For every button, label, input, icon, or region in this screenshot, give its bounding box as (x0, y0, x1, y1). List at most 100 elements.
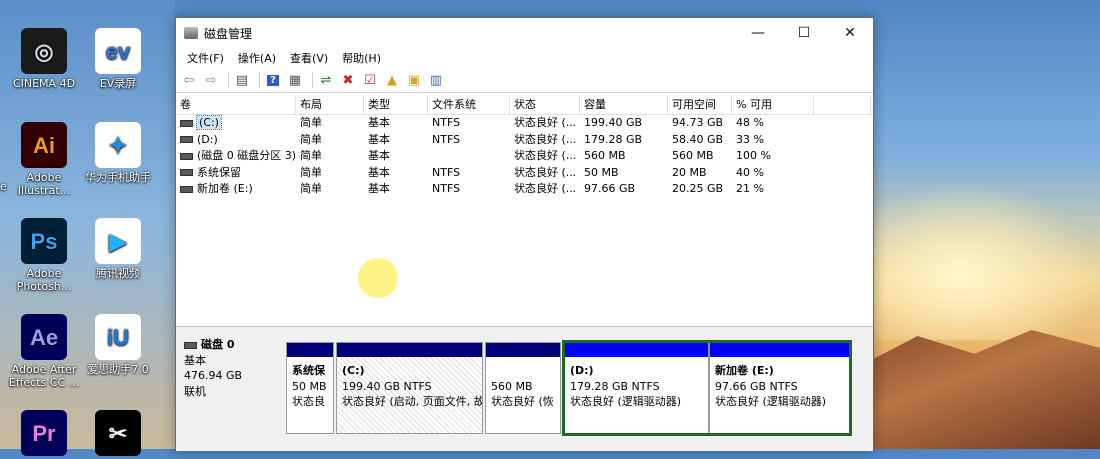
volume-cell-free: 58.40 GB (672, 132, 724, 146)
desktop-icon-label: 腾讯视频 (96, 267, 140, 280)
desktop-icon[interactable]: Pr (8, 410, 80, 459)
column-header-extra[interactable] (814, 96, 871, 114)
app-icon: ◎ (21, 28, 67, 74)
partition-title (491, 363, 555, 379)
menu-action[interactable]: 操作(A) (231, 50, 283, 66)
menu-help[interactable]: 帮助(H) (335, 50, 388, 66)
volume-list: 卷 布局 类型 文件系统 状态 容量 可用空间 % 可用 (C:) 简单 基本 NTF… (176, 96, 873, 326)
wallpaper-sun-glow (870, 180, 1100, 340)
volume-cell-pct: 40 % (736, 165, 764, 179)
disk-info[interactable]: 磁盘 0 基本 476.94 GB 联机 (176, 327, 284, 435)
desktop-icon[interactable]: ev EV录屏 (82, 28, 154, 90)
desktop-icon[interactable]: iU 爱思助手7.0 (82, 314, 154, 376)
column-header-volume[interactable]: 卷 (176, 96, 296, 114)
delete-icon[interactable]: ✖ (339, 71, 357, 89)
desktop-icon-label: Adobe After Effects CC ... (8, 363, 80, 389)
desktop-icon-label: CINEMA 4D (12, 77, 76, 90)
folder-search-icon[interactable]: ▣ (405, 71, 423, 89)
desktop-icon[interactable]: Ai Adobe Illustrat... (8, 122, 80, 197)
folder-up-icon[interactable]: ▲ (383, 71, 401, 89)
desktop-icon-label: 爱思助手7.0 (87, 363, 149, 376)
app-icon: Pr (21, 410, 67, 456)
volume-cell-free: 20 MB (672, 165, 707, 179)
app-icon: ▶ (95, 218, 141, 264)
back-arrow-icon[interactable]: ⇦ (180, 71, 198, 89)
properties-icon[interactable]: ▦ (286, 71, 304, 89)
forward-arrow-icon[interactable]: ⇨ (202, 71, 220, 89)
volume-cell-name: (C:) (176, 115, 296, 132)
partition-block[interactable]: 系统保 50 MB 状态良 (286, 342, 334, 434)
volume-cell-free: 560 MB (672, 149, 714, 162)
partition-size: 50 MB (292, 379, 327, 393)
volume-name: (磁盘 0 磁盘分区 3) (197, 149, 296, 162)
desktop-icon[interactable]: Ps Adobe Photosh... (8, 218, 80, 293)
app-icon: iU (95, 314, 141, 360)
volume-icon (180, 119, 193, 127)
volume-cell-layout: 简单 (300, 182, 322, 195)
title-bar[interactable]: 磁盘管理 — ☐ ✕ (176, 18, 873, 48)
app-icon: Ai (21, 122, 67, 168)
volume-row[interactable]: (D:) 简单 基本 NTFS 状态良好 (... 179.28 GB 58.40 GB 33… (176, 132, 873, 149)
column-header-capacity[interactable]: 容量 (580, 96, 668, 114)
volume-row[interactable]: (C:) 简单 基本 NTFS 状态良好 (... 199.40 GB 94.73 GB 48… (176, 115, 873, 132)
volume-cell-pct: 100 % (736, 149, 771, 162)
volume-cell-pct: 48 % (736, 116, 764, 129)
volume-cell-name: 新加卷 (E:) (176, 181, 296, 198)
volume-row[interactable]: 新加卷 (E:) 简单 基本 NTFS 状态良好 (... 97.66 GB 20.25 G… (176, 181, 873, 198)
volume-row[interactable]: 系统保留 简单 基本 NTFS 状态良好 (... 50 MB 20 MB 40 % (176, 165, 873, 182)
graphical-disk-pane: 磁盘 0 基本 476.94 GB 联机 系统保 50 MB 状态良 (C:) 199.… (176, 326, 873, 451)
volume-cell-name: (磁盘 0 磁盘分区 3) (176, 148, 296, 165)
volume-cell-pct: 33 % (736, 132, 764, 146)
volume-icon (180, 152, 193, 160)
volume-cell-type: 基本 (368, 116, 390, 129)
disk-management-app-icon (184, 27, 198, 39)
volume-cell-free: 94.73 GB (672, 116, 724, 129)
menu-bar: 文件(F) 操作(A) 查看(V) 帮助(H) (176, 48, 873, 68)
column-header-filesystem[interactable]: 文件系统 (428, 96, 510, 114)
volume-name: (D:) (197, 132, 218, 146)
partition-bar (287, 343, 333, 357)
connect-icon[interactable]: ⇌ (317, 71, 335, 89)
volume-row[interactable]: (磁盘 0 磁盘分区 3) 简单 基本 状态良好 (... 560 MB 560 MB 10… (176, 148, 873, 165)
partition-bar (486, 343, 560, 357)
list-view-icon[interactable]: ▤ (233, 71, 251, 89)
desktop-icon[interactable]: ◎ CINEMA 4D (8, 28, 80, 90)
minimize-button[interactable]: — (735, 18, 781, 48)
volume-cell-status: 状态良好 (... (514, 149, 577, 162)
desktop-icon[interactable]: Ae Adobe After Effects CC ... (8, 314, 80, 389)
column-header-layout[interactable]: 布局 (296, 96, 364, 114)
column-header-type[interactable]: 类型 (364, 96, 428, 114)
column-header-free-space[interactable]: 可用空间 (668, 96, 732, 114)
volume-cell-fs: NTFS (432, 165, 461, 179)
volume-cell-status: 状态良好 (... (514, 116, 577, 129)
volume-cell-capacity: 199.40 GB (584, 116, 643, 129)
window-title: 磁盘管理 (204, 26, 253, 41)
volume-cell-pct: 21 % (736, 182, 764, 195)
app-icon: Ae (21, 314, 67, 360)
app-icon: ✂ (95, 410, 141, 456)
volume-cell-capacity: 179.28 GB (584, 132, 643, 146)
menu-view[interactable]: 查看(V) (283, 50, 335, 66)
maximize-button[interactable]: ☐ (781, 18, 827, 48)
desktop-icon[interactable]: ✦ 华为手机助手 (82, 122, 154, 184)
partition-title: (C:) (342, 364, 365, 377)
menu-file[interactable]: 文件(F) (180, 50, 231, 66)
settings-list-icon[interactable]: ▥ (427, 71, 445, 89)
column-header-percent-free[interactable]: % 可用 (732, 96, 814, 114)
partition-status: 状态良 (292, 395, 325, 408)
close-button[interactable]: ✕ (827, 18, 873, 48)
volume-cell-type: 基本 (368, 165, 390, 179)
partition-block[interactable]: 560 MB 状态良好 (恢 (485, 342, 561, 434)
desktop-icon[interactable]: ▶ 腾讯视频 (82, 218, 154, 280)
desktop-icon[interactable]: ✂ (82, 410, 154, 459)
volume-name: 新加卷 (E:) (197, 182, 253, 195)
volume-name: (C:) (196, 115, 222, 130)
partition-title: 系统保 (292, 364, 325, 377)
volume-cell-fs: NTFS (432, 132, 461, 146)
volume-cell-status: 状态良好 (... (514, 182, 577, 195)
column-header-status[interactable]: 状态 (510, 96, 580, 114)
partition-size: 560 MB (491, 379, 533, 393)
partition-block[interactable]: (C:) 199.40 GB NTFS 状态良好 (启动, 页面文件, 故 (336, 342, 483, 434)
check-icon[interactable]: ☑ (361, 71, 379, 89)
help-icon[interactable]: ? (264, 71, 282, 89)
